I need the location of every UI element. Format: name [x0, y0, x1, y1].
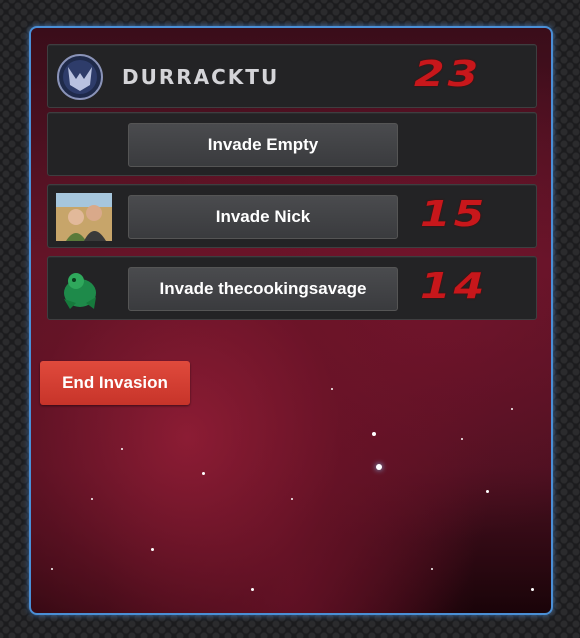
- player-score: 23: [414, 54, 482, 95]
- slot-row-thecookingsavage: Invade thecookingsavage 14: [47, 256, 537, 320]
- game-panel: DURRACKTU 23 Invade Empty Invade Nick 15: [29, 26, 553, 615]
- slot-row-empty: Invade Empty: [47, 112, 537, 176]
- player-name: DURRACKTU: [122, 65, 280, 89]
- invade-thecookingsavage-button[interactable]: Invade thecookingsavage: [128, 267, 398, 311]
- slot-row-nick: Invade Nick 15: [47, 184, 537, 248]
- end-invasion-button[interactable]: End Invasion: [40, 361, 190, 405]
- invade-empty-button[interactable]: Invade Empty: [128, 123, 398, 167]
- thecookingsavage-score: 14: [420, 266, 488, 307]
- avatar-nick: [56, 193, 112, 241]
- nick-score: 15: [420, 194, 488, 235]
- avatar-thecookingsavage: [56, 265, 104, 313]
- player-row: DURRACKTU 23: [47, 44, 537, 108]
- invade-nick-button[interactable]: Invade Nick: [128, 195, 398, 239]
- player-emblem-icon: [56, 53, 104, 101]
